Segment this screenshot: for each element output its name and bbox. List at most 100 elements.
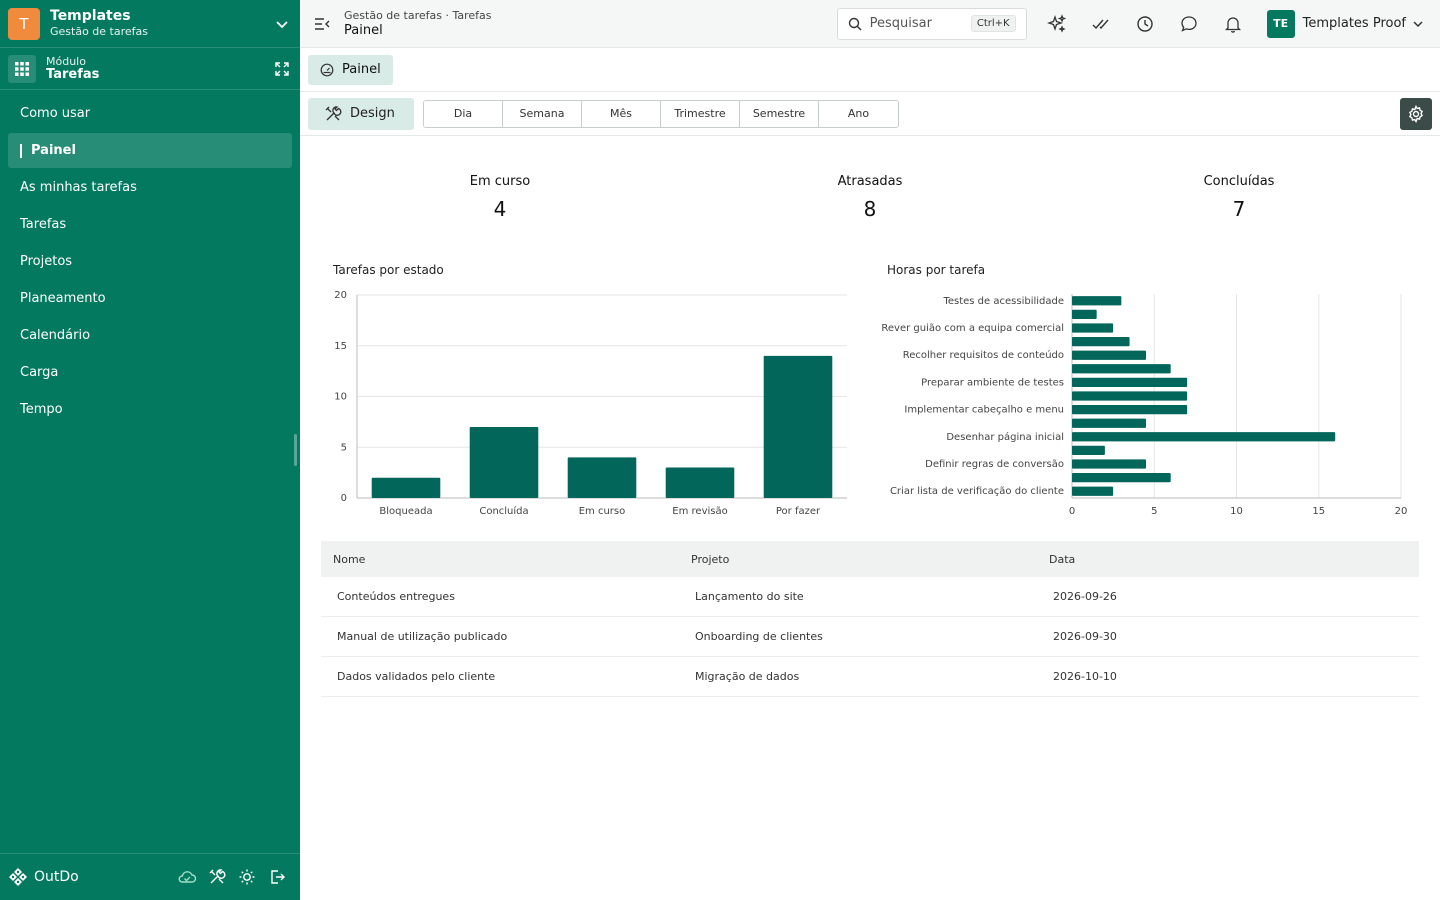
milestones-table: Nome Projeto Data Conteúdos entregues La… [321, 541, 1419, 697]
x-tick-label: 15 [1312, 506, 1325, 517]
tab-painel[interactable]: Painel [308, 54, 393, 85]
y-tick-label: 10 [334, 392, 347, 403]
y-tick-label: Preparar ambiente de testes [921, 377, 1064, 388]
bar [1072, 336, 1130, 347]
bar [1072, 459, 1147, 469]
x-tick-label: 5 [1151, 506, 1157, 517]
expand-icon[interactable] [274, 61, 290, 77]
brand: OutDo [8, 867, 172, 887]
search-input[interactable]: Pesquisar Ctrl+K [836, 7, 1027, 40]
cloud-sync-icon[interactable] [172, 862, 202, 892]
theme-sun-icon[interactable] [232, 862, 262, 892]
menu-toggle-icon[interactable] [300, 0, 344, 48]
tab-label: Painel [342, 62, 381, 77]
tools-icon[interactable] [202, 862, 232, 892]
avatar: TE [1266, 9, 1295, 38]
bar [1072, 323, 1114, 333]
chat-icon[interactable] [1167, 0, 1211, 48]
topbar: Gestão de tarefas · Tarefas Painel Pesqu… [300, 0, 1440, 48]
y-tick-label: Implementar cabeçalho e menu [904, 405, 1064, 416]
bar [371, 477, 441, 498]
bar [1072, 296, 1122, 306]
bar [1072, 486, 1114, 496]
bar-chart-horas: 0 5 10 15 20 Testes de acessibilidade Rever gu… [881, 294, 1407, 517]
brand-name: OutDo [34, 869, 79, 885]
y-tick-label: 20 [334, 290, 347, 301]
logout-icon[interactable] [262, 862, 292, 892]
y-tick-label: Rever guião com a equipa comercial [881, 323, 1064, 334]
cell-projeto: Lançamento do site [695, 590, 804, 603]
table-row[interactable]: Dados validados pelo cliente Migração de… [321, 657, 1419, 697]
bell-icon[interactable] [1211, 0, 1255, 48]
app-subtitle: Gestão de tarefas [50, 24, 148, 38]
sidebar-resize-handle[interactable] [294, 434, 297, 466]
design-button[interactable]: Design [308, 97, 414, 130]
page-title: Painel [344, 22, 383, 38]
module-title: Tarefas [46, 66, 100, 82]
col-projeto[interactable]: Projeto [679, 553, 1037, 566]
chart-title-estado: Tarefas por estado [333, 263, 444, 277]
app-switcher[interactable]: T Templates Gestão de tarefas [0, 0, 300, 48]
bar [763, 355, 833, 498]
period-dia[interactable]: Dia [424, 100, 503, 127]
user-menu[interactable]: TE Templates Proof [1255, 0, 1440, 48]
module-label: Módulo [46, 54, 86, 68]
dashboard-tabs: Painel [300, 48, 1440, 92]
period-mes[interactable]: Mês [582, 100, 661, 127]
sidebar-item-tarefas[interactable]: Tarefas [8, 207, 292, 242]
sidebar-item-como-usar[interactable]: Como usar [8, 96, 292, 131]
settings-button[interactable] [1400, 98, 1432, 130]
gear-icon [1408, 105, 1424, 123]
x-tick-label: Em curso [579, 506, 626, 517]
chevron-down-icon[interactable] [272, 14, 292, 34]
period-ano[interactable]: Ano [819, 100, 898, 127]
period-semana[interactable]: Semana [503, 100, 582, 127]
period-trimestre[interactable]: Trimestre [661, 100, 740, 127]
clock-icon[interactable] [1123, 0, 1167, 48]
col-nome[interactable]: Nome [321, 553, 679, 566]
col-data[interactable]: Data [1037, 553, 1419, 566]
chevron-down-icon [1413, 20, 1423, 27]
dashboard-toolbar: Design Dia Semana Mês Trimestre Semestre… [300, 92, 1440, 136]
app-badge: T [8, 7, 40, 40]
gauge-icon [320, 63, 334, 76]
sidebar-item-projetos[interactable]: Projetos [8, 244, 292, 279]
y-tick-label: Definir regras de conversão [925, 459, 1064, 470]
table-row[interactable]: Conteúdos entregues Lançamento do site 2… [321, 577, 1419, 617]
x-tick-label: Por fazer [776, 506, 821, 517]
design-label: Design [350, 106, 395, 121]
bar [1072, 472, 1171, 483]
sidebar-item-tempo[interactable]: Tempo [8, 392, 292, 427]
sidebar-item-calendario[interactable]: Calendário [8, 318, 292, 353]
module-header: Módulo Tarefas [0, 48, 300, 90]
bar [567, 457, 637, 498]
period-semestre[interactable]: Semestre [740, 100, 819, 127]
outdo-logo-icon [9, 868, 27, 886]
sidebar-item-carga[interactable]: Carga [8, 355, 292, 390]
y-tick-label: 0 [341, 493, 347, 504]
kpi-em-curso: Em curso 4 [350, 174, 650, 221]
sidebar-item-planeamento[interactable]: Planeamento [8, 281, 292, 316]
y-tick-label: 15 [334, 341, 347, 352]
kpi-value: 4 [493, 197, 507, 221]
sidebar-item-minhas-tarefas[interactable]: As minhas tarefas [8, 170, 292, 205]
kpi-label: Atrasadas [837, 174, 903, 189]
search-icon [848, 17, 862, 30]
sidebar-item-painel[interactable]: Painel [8, 133, 292, 168]
kpi-value: 8 [863, 197, 877, 221]
cell-nome: Conteúdos entregues [337, 590, 455, 603]
chart-title-horas: Horas por tarefa [887, 263, 986, 277]
period-selector: Dia Semana Mês Trimestre Semestre Ano [423, 99, 899, 128]
y-tick-label: Testes de acessibilidade [942, 296, 1064, 307]
cell-projeto: Migração de dados [695, 670, 800, 683]
bar [1072, 364, 1171, 374]
apps-grid-icon[interactable] [8, 54, 36, 83]
bar [665, 467, 735, 498]
kpi-atrasadas: Atrasadas 8 [720, 174, 1020, 221]
y-tick-label: Recolher requisitos de conteúdo [903, 349, 1064, 361]
table-row[interactable]: Manual de utilização publicado Onboardin… [321, 617, 1419, 657]
double-check-icon[interactable] [1079, 0, 1123, 48]
bar [1072, 377, 1188, 388]
sparkles-icon[interactable] [1035, 0, 1079, 48]
table-header: Nome Projeto Data [321, 541, 1419, 577]
